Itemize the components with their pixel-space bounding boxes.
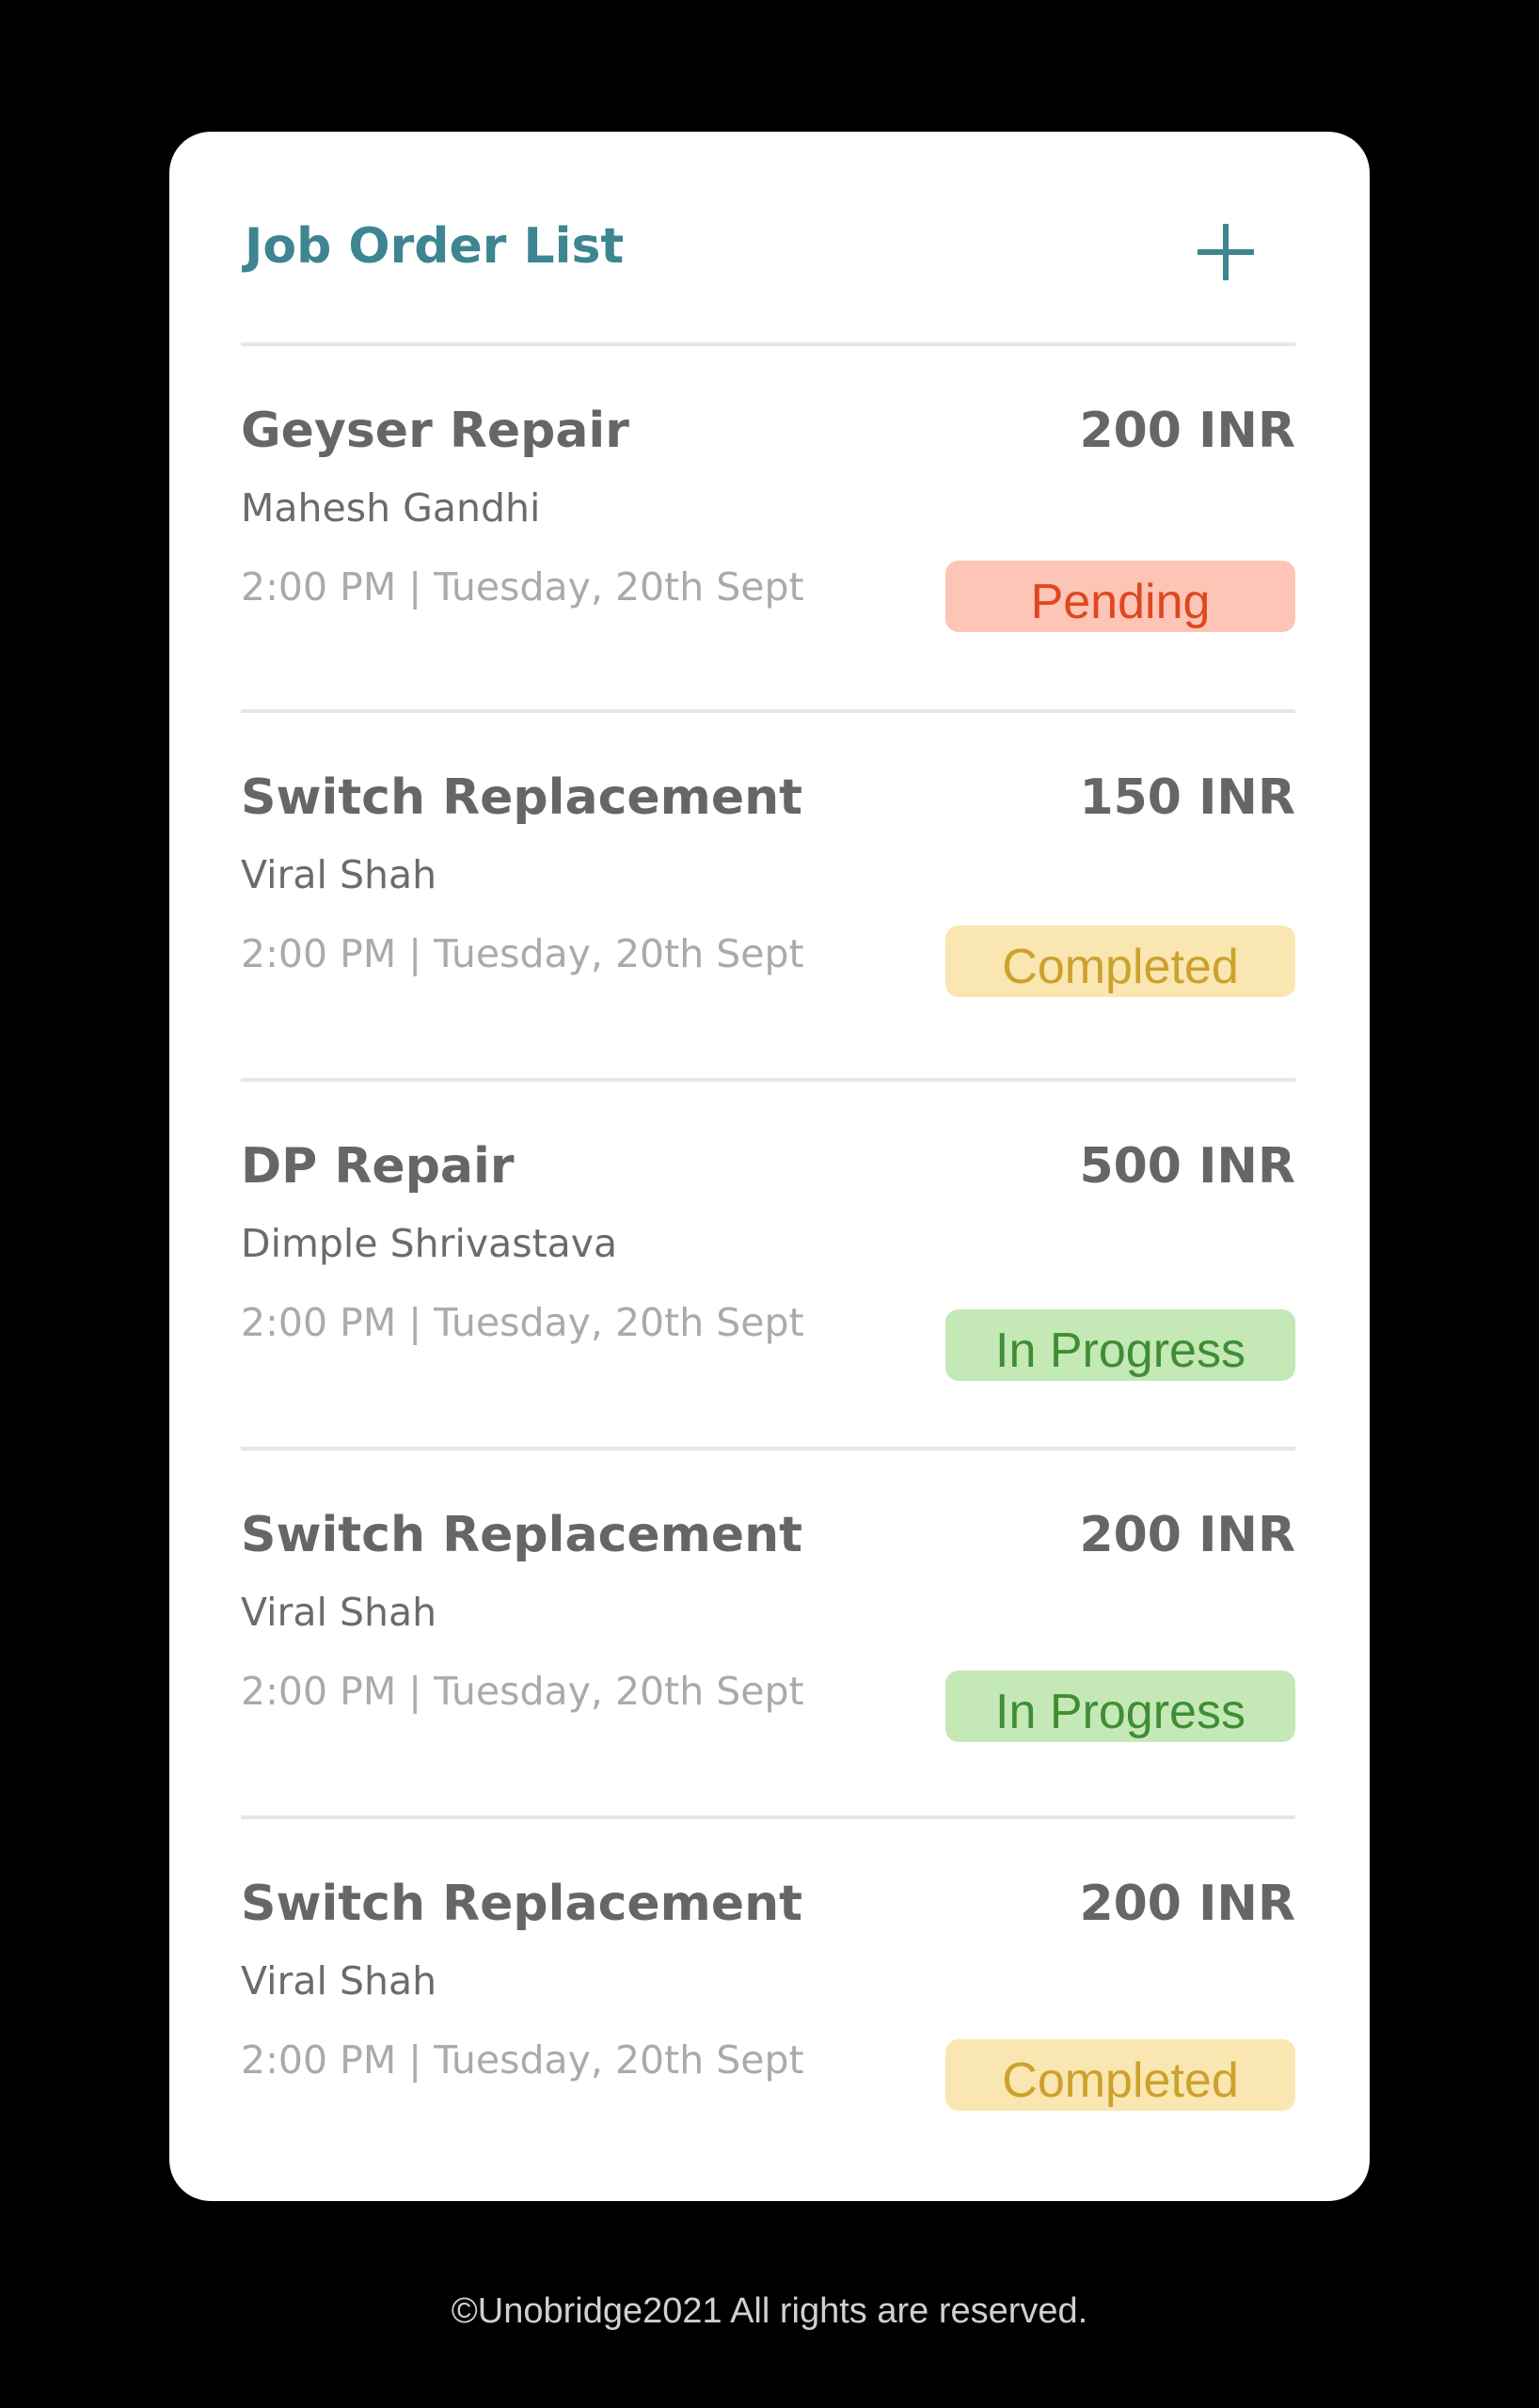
job-schedule-time: 2:00 PM | Tuesday, 20th Sept [241, 931, 804, 976]
job-price: 200 INR [1079, 1876, 1295, 1932]
status-badge[interactable]: Completed [945, 926, 1295, 997]
job-list-item[interactable]: Switch Replacement 200 INR Viral Shah 2:… [241, 1450, 1295, 1742]
job-order-card: Job Order List Geyser Repair 200 INR Mah… [169, 132, 1370, 2201]
add-job-button[interactable] [1188, 214, 1263, 290]
page-title: Job Order List [245, 218, 625, 275]
plus-icon [1198, 224, 1254, 280]
job-customer-name: Dimple Shrivastava [241, 1221, 618, 1266]
job-list-item[interactable]: Geyser Repair 200 INR Mahesh Gandhi 2:00… [241, 346, 1295, 632]
job-price: 200 INR [1079, 403, 1295, 459]
job-customer-name: Viral Shah [241, 1958, 437, 2004]
job-customer-name: Mahesh Gandhi [241, 485, 541, 531]
job-title: Switch Replacement [241, 769, 802, 826]
job-price: 150 INR [1079, 769, 1295, 826]
job-customer-name: Viral Shah [241, 1590, 437, 1635]
job-schedule-time: 2:00 PM | Tuesday, 20th Sept [241, 1300, 804, 1345]
job-list-item[interactable]: Switch Replacement 200 INR Viral Shah 2:… [241, 1819, 1295, 2111]
job-title: Geyser Repair [241, 403, 629, 459]
job-list-item[interactable]: Switch Replacement 150 INR Viral Shah 2:… [241, 713, 1295, 997]
job-title: Switch Replacement [241, 1876, 802, 1932]
status-badge[interactable]: Completed [945, 2039, 1295, 2111]
status-badge[interactable]: In Progress [945, 1671, 1295, 1742]
job-list-item[interactable]: DP Repair 500 INR Dimple Shrivastava 2:0… [241, 1082, 1295, 1381]
job-price: 200 INR [1079, 1507, 1295, 1563]
job-schedule-time: 2:00 PM | Tuesday, 20th Sept [241, 564, 804, 610]
job-customer-name: Viral Shah [241, 852, 437, 897]
status-badge[interactable]: Pending [945, 561, 1295, 632]
job-schedule-time: 2:00 PM | Tuesday, 20th Sept [241, 2037, 804, 2083]
status-badge[interactable]: In Progress [945, 1309, 1295, 1381]
job-price: 500 INR [1079, 1138, 1295, 1195]
job-schedule-time: 2:00 PM | Tuesday, 20th Sept [241, 1669, 804, 1714]
job-title: DP Repair [241, 1138, 515, 1195]
job-title: Switch Replacement [241, 1507, 802, 1563]
copyright-footer: ©Unobridge2021 All rights are reserved. [451, 2291, 1088, 2331]
card-header: Job Order List [241, 132, 1295, 344]
